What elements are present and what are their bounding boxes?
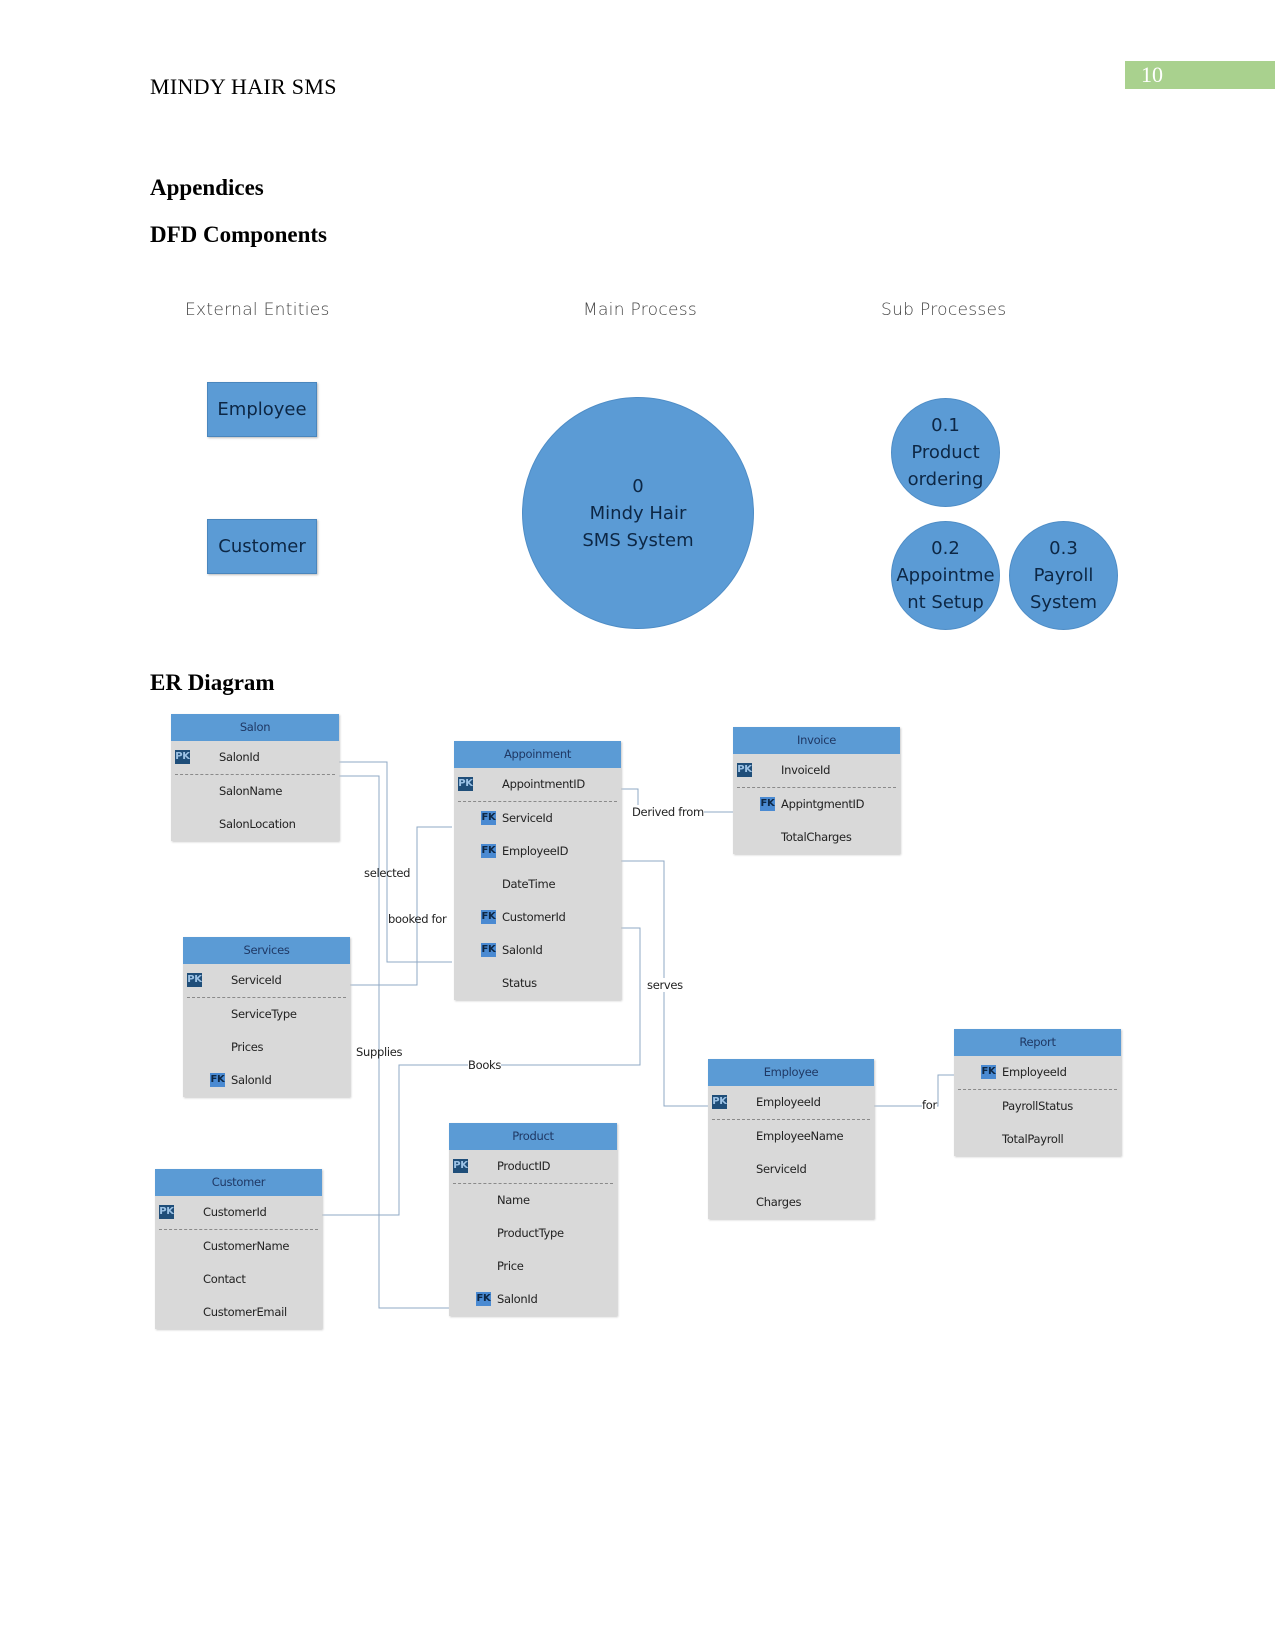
entity-attribute: ServiceId xyxy=(756,1162,807,1176)
relationship-label-serves: serves xyxy=(647,978,683,992)
entity-attribute: ServiceId xyxy=(231,973,282,987)
entity-attribute: TotalPayroll xyxy=(1002,1132,1064,1146)
connector-salon-product xyxy=(339,775,452,1309)
entity-attribute: ServiceId xyxy=(502,811,553,825)
entity-services: Services PK ServiceId ServiceType Prices … xyxy=(183,937,350,1097)
entity-attribute: SalonId xyxy=(497,1292,538,1306)
fk-badge: FK xyxy=(476,1292,491,1306)
entity-title: Customer xyxy=(155,1169,322,1196)
fk-badge: FK xyxy=(481,844,496,858)
entity-attribute: SalonLocation xyxy=(219,817,296,831)
entity-title: Invoice xyxy=(733,727,900,754)
pk-badge: PK xyxy=(187,973,202,987)
fk-badge: FK xyxy=(981,1065,996,1079)
entity-attribute: Charges xyxy=(756,1195,802,1209)
entity-attribute: ProductID xyxy=(497,1159,551,1173)
entity-title: Employee xyxy=(708,1059,874,1086)
entity-salon: Salon PK SalonId SalonName SalonLocation xyxy=(171,714,339,841)
entity-title: Product xyxy=(449,1123,617,1150)
entity-attribute: ServiceType xyxy=(231,1007,297,1021)
relationship-label-for: for xyxy=(922,1098,937,1112)
entity-attribute: Status xyxy=(502,976,537,990)
entity-attribute: SalonId xyxy=(219,750,260,764)
entity-title: Salon xyxy=(171,714,339,741)
relationship-label-derived-from: Derived from xyxy=(632,805,704,819)
pk-badge: PK xyxy=(458,777,473,791)
entity-attribute: EmployeeName xyxy=(756,1129,844,1143)
entity-title: Appoinment xyxy=(454,741,621,768)
relationship-label-booked-for: booked for xyxy=(388,912,447,926)
fk-badge: FK xyxy=(481,811,496,825)
entity-attribute: SalonId xyxy=(502,943,543,957)
pk-badge: PK xyxy=(737,763,752,777)
entity-attribute: EmployeeID xyxy=(502,844,569,858)
fk-badge: FK xyxy=(481,910,496,924)
entity-appointment: Appoinment PK AppointmentID FK ServiceId F… xyxy=(454,741,621,1000)
entity-attribute: EmployeeId xyxy=(1002,1065,1067,1079)
entity-attribute: SalonId xyxy=(231,1073,272,1087)
entity-invoice: Invoice PK InvoiceId FK AppintgmentID Tota… xyxy=(733,727,900,854)
pk-badge: PK xyxy=(175,750,190,764)
pk-badge: PK xyxy=(159,1205,174,1219)
entity-attribute: SalonName xyxy=(219,784,283,798)
entity-attribute: CustomerId xyxy=(502,910,566,924)
connector-services-appointment xyxy=(350,826,452,986)
entity-attribute: DateTime xyxy=(502,877,556,891)
pk-badge: PK xyxy=(453,1159,468,1173)
relationship-label-supplies: Supplies xyxy=(356,1045,403,1059)
entity-customer: Customer PK CustomerId CustomerName Conta… xyxy=(155,1169,322,1329)
entity-employee: Employee PK EmployeeId EmployeeName Servi… xyxy=(708,1059,874,1219)
entity-attribute: InvoiceId xyxy=(781,763,831,777)
entity-report: Report FK EmployeeId PayrollStatus TotalP… xyxy=(954,1029,1121,1156)
connector-salon-appointment xyxy=(339,761,452,963)
entity-title: Report xyxy=(954,1029,1121,1056)
entity-attribute: EmployeeId xyxy=(756,1095,821,1109)
entity-attribute: Name xyxy=(497,1193,530,1207)
entity-attribute: Prices xyxy=(231,1040,264,1054)
entity-attribute: AppintgmentID xyxy=(781,797,865,811)
entity-attribute: AppointmentID xyxy=(502,777,585,791)
fk-badge: FK xyxy=(481,943,496,957)
entity-attribute: ProductType xyxy=(497,1226,564,1240)
entity-attribute: CustomerEmail xyxy=(203,1305,287,1319)
entity-title: Services xyxy=(183,937,350,964)
relationship-label-selected: selected xyxy=(364,866,411,880)
entity-attribute: CustomerName xyxy=(203,1239,290,1253)
fk-badge: FK xyxy=(760,797,775,811)
entity-attribute: PayrollStatus xyxy=(1002,1099,1073,1113)
fk-badge: FK xyxy=(210,1073,225,1087)
relationship-label-books: Books xyxy=(468,1058,502,1072)
entity-attribute: Contact xyxy=(203,1272,246,1286)
entity-attribute: CustomerId xyxy=(203,1205,267,1219)
pk-badge: PK xyxy=(712,1095,727,1109)
entity-product: Product PK ProductID Name ProductType Pri… xyxy=(449,1123,617,1316)
connector-employee-report xyxy=(874,1074,954,1107)
entity-attribute: TotalCharges xyxy=(781,830,852,844)
entity-attribute: Price xyxy=(497,1259,524,1273)
